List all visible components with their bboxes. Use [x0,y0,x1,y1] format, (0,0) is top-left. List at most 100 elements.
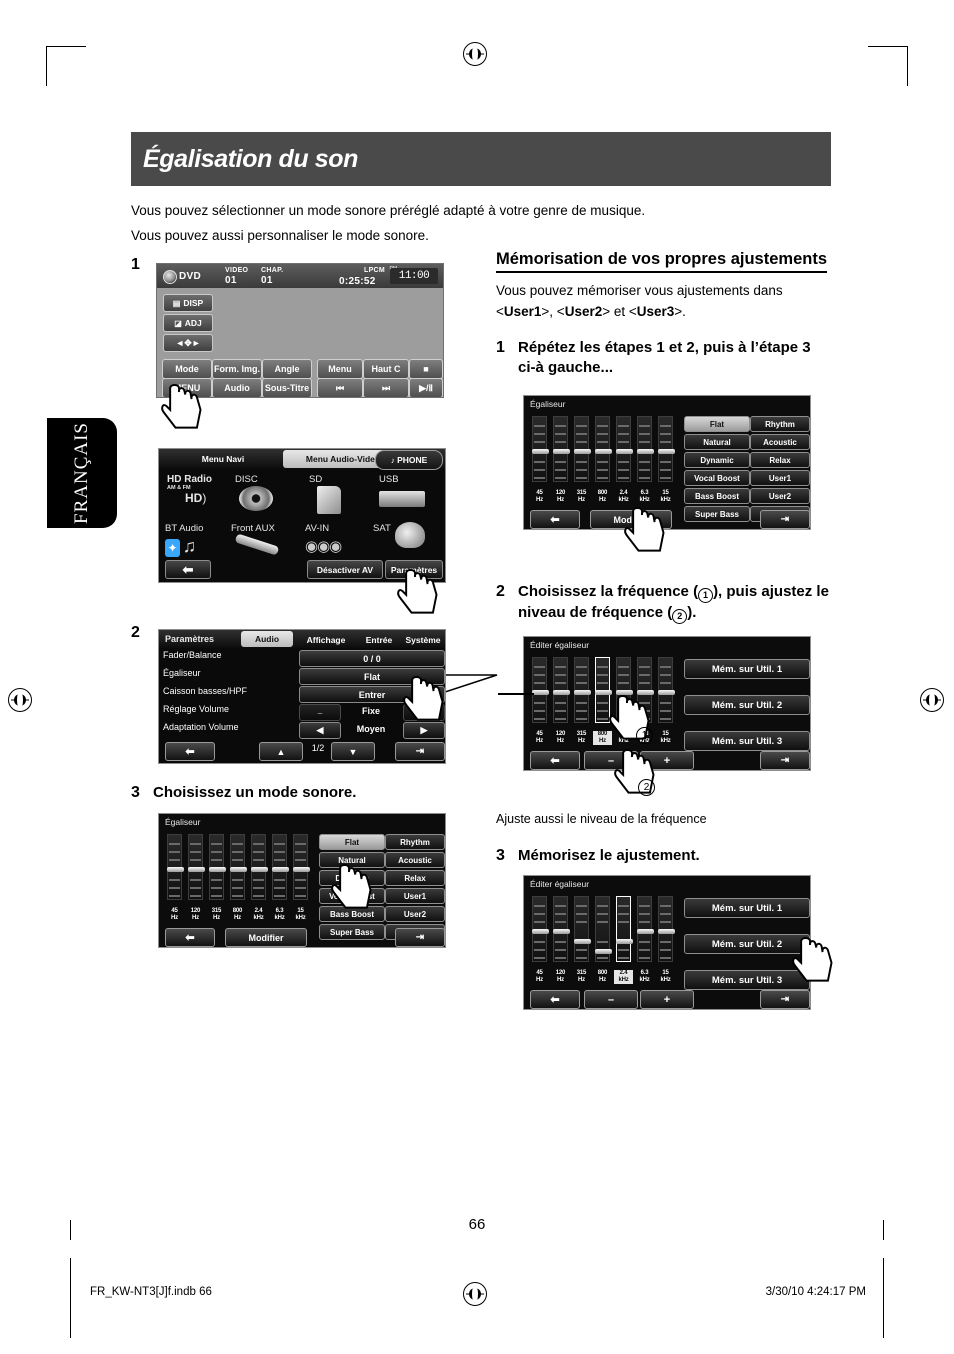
eq-slider-6.3khz[interactable] [637,416,654,482]
edit-eq-a-back-button[interactable]: ⬅ [530,751,580,770]
tab-entree[interactable]: Entrée [357,631,401,649]
edit-eq-a-plus-button[interactable]: + [640,751,694,770]
eq-slider-315hz[interactable] [209,834,226,900]
dvd-button-next[interactable]: ⏭ [363,378,409,397]
preset-flat[interactable]: Flat [319,834,385,850]
preset-flat[interactable]: Flat [684,416,750,432]
eq-slider-15khz[interactable] [658,416,675,482]
settings-value-fader[interactable]: 0 / 0 [299,650,445,667]
eq-knob[interactable] [616,690,633,695]
eq-slider-800hz[interactable] [595,896,612,962]
eq-knob[interactable] [167,867,184,872]
dvd-adj-button[interactable]: ◪ ADJ [163,314,213,332]
settings-value-egaliseur[interactable]: Flat [299,668,445,685]
eq-slider-315hz[interactable] [574,416,591,482]
equalizer-back-button[interactable]: ⬅ [165,928,215,947]
eq-knob[interactable] [230,867,247,872]
deactivate-av-button[interactable]: Désactiver AV [307,560,383,579]
eq-knob[interactable] [188,867,205,872]
eq-slider-45hz[interactable] [532,416,549,482]
mem-user2-button-a[interactable]: Mém. sur Util. 2 [684,695,810,715]
tab-phone[interactable]: ♪ PHONE [375,450,443,470]
preset-acoustic[interactable]: Acoustic [385,852,445,868]
source-sd[interactable]: SD [309,474,341,514]
tab-affichage[interactable]: Affichage [295,631,357,649]
adaptation-right-button[interactable]: ▶ [403,722,445,739]
eq-knob[interactable] [532,929,549,934]
eq-knob[interactable] [637,929,654,934]
eq-knob-selected[interactable] [616,939,633,944]
volume-plus-button[interactable]: + [403,704,445,721]
dvd-button-menu[interactable]: Menu [317,359,363,379]
source-av-in[interactable]: AV-IN ◉◉◉ [305,523,342,555]
eq-slider-6.3khz[interactable] [637,896,654,962]
dvd-button-form-img[interactable]: Form. Img. [212,359,262,379]
volume-minus-button[interactable]: – [299,704,341,721]
preset-natural[interactable]: Natural [684,434,750,450]
mem-user1-button-b[interactable]: Mém. sur Util. 1 [684,898,810,918]
eq-slider-2.4khz[interactable] [616,657,633,723]
eq-knob[interactable] [574,449,591,454]
settings-page-up-button[interactable]: ▲ [259,742,303,761]
preset-vocal-boost[interactable]: Vocal Boost [319,888,385,904]
settings-exit-button[interactable]: ⇥ [395,742,445,761]
eq-slider-15khz[interactable] [658,896,675,962]
tab-systeme[interactable]: Système [401,631,445,649]
preset-dynamic[interactable]: Dynamic [319,870,385,886]
preset-acoustic[interactable]: Acoustic [750,434,810,450]
eq-knob[interactable] [209,867,226,872]
dvd-button-audio[interactable]: Audio [212,378,262,397]
eq-knob[interactable] [574,690,591,695]
eq-slider-800hz[interactable] [595,657,612,723]
tab-menu-navi[interactable]: Menu Navi [167,450,279,468]
av-menu-back-button[interactable]: ⬅ [165,560,211,579]
eq-slider-800hz[interactable] [230,834,247,900]
eq-knob[interactable] [658,690,675,695]
edit-eq-b-plus-button[interactable]: + [640,990,694,1009]
eq-slider-45hz[interactable] [532,896,549,962]
eq-knob[interactable] [553,449,570,454]
eq-knob[interactable] [574,939,591,944]
preset-rhythm[interactable]: Rhythm [750,416,810,432]
dvd-dpad-button[interactable]: ◄✥► [163,334,213,352]
equalizer-2-back-button[interactable]: ⬅ [530,510,580,529]
preset-relax[interactable]: Relax [385,870,445,886]
eq-knob[interactable] [595,949,612,954]
eq-slider-15khz[interactable] [658,657,675,723]
eq-knob[interactable] [637,449,654,454]
eq-knob[interactable] [616,449,633,454]
eq-knob[interactable] [595,449,612,454]
eq-slider-120hz[interactable] [188,834,205,900]
dvd-disp-button[interactable]: ▤ DISP [163,294,213,312]
eq-knob-selected[interactable] [595,690,612,695]
eq-slider-45hz[interactable] [167,834,184,900]
dvd-button-mode[interactable]: Mode [162,359,212,379]
preset-user1[interactable]: User1 [750,470,810,486]
eq-knob[interactable] [293,867,310,872]
eq-slider-2.4khz[interactable] [616,416,633,482]
preset-natural[interactable]: Natural [319,852,385,868]
mem-user1-button-a[interactable]: Mém. sur Util. 1 [684,659,810,679]
dvd-button-menu-soft[interactable]: MENU [162,378,212,397]
settings-value-subwoofer[interactable]: Entrer [299,686,445,703]
eq-knob[interactable] [532,449,549,454]
mem-user3-button-a[interactable]: Mém. sur Util. 3 [684,731,810,751]
preset-user2[interactable]: User2 [385,906,445,922]
mem-user2-button-b[interactable]: Mém. sur Util. 2 [684,934,810,954]
eq-knob[interactable] [251,867,268,872]
preset-bass-boost[interactable]: Bass Boost [684,488,750,504]
modify-button[interactable]: Modifier [225,928,307,947]
dvd-button-sous-titre[interactable]: Sous-Titre [262,378,312,397]
eq-knob[interactable] [658,449,675,454]
preset-user2[interactable]: User2 [750,488,810,504]
eq-slider-120hz[interactable] [553,896,570,962]
edit-eq-b-exit-button[interactable]: ⇥ [760,990,810,1009]
dvd-button-angle[interactable]: Angle [262,359,312,379]
eq-knob[interactable] [553,929,570,934]
modify-button-2[interactable]: Modifier [590,510,672,529]
preset-vocal-boost[interactable]: Vocal Boost [684,470,750,486]
edit-eq-a-exit-button[interactable]: ⇥ [760,751,810,770]
equalizer-2-exit-button[interactable]: ⇥ [760,510,810,529]
eq-slider-15khz[interactable] [293,834,310,900]
tab-audio[interactable]: Audio [241,631,293,647]
